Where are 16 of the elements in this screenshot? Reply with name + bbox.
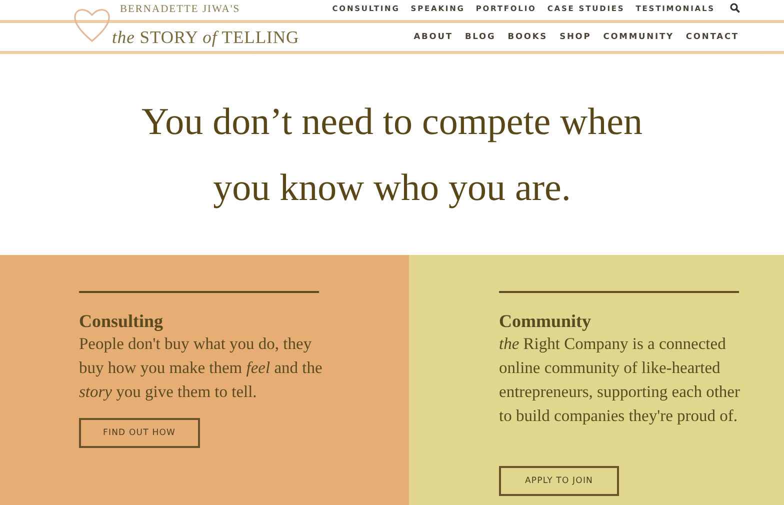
cta-button[interactable]: APPLY TO JOIN: [499, 466, 620, 496]
nav-link[interactable]: CONTACT: [686, 31, 739, 41]
search-icon[interactable]: [730, 3, 740, 13]
hero-heading: You don’t need to compete when: [142, 100, 642, 144]
panel-title: Consulting: [79, 310, 164, 332]
nav-link[interactable]: COMMUNITY: [603, 31, 674, 41]
nav-link[interactable]: ABOUT: [414, 31, 453, 41]
nav-link[interactable]: SHOP: [560, 31, 592, 41]
panel-text: People don't buy what you do, they buy how you make them feel and the story you give them to tell.: [79, 333, 324, 403]
panel-title: Community: [499, 310, 592, 332]
logo[interactable]: BERNADETTE JIWA'S the STORY of TELLING: [72, 3, 302, 47]
nav-link[interactable]: BOOKS: [508, 31, 548, 41]
nav-link[interactable]: BLOG: [464, 31, 496, 41]
cta-button[interactable]: FIND OUT HOW: [79, 418, 200, 448]
hero-heading: you know who you are.: [213, 166, 571, 210]
panel-text: the Right Company is a connected online community of like-hearted entrepreneurs, supporting each other to build companies they're proud of.: [499, 333, 741, 427]
